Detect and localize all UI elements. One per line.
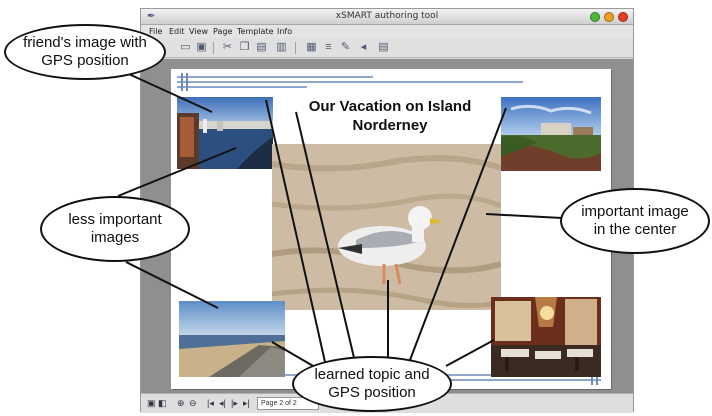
menu-bar: File Edit View Page Template Info [141,25,633,38]
edit-text-icon[interactable]: ✎ [339,41,352,54]
callout-text: friend's image with GPS position [23,34,147,69]
next-page-icon[interactable]: |▸ [231,398,238,409]
audio-icon[interactable]: ◂ [357,41,370,54]
toolbar: ▭ ▣ ✂ ❐ ▤ ▥ ▦ ≡ ✎ ◂ ▤ [141,38,633,58]
beach-photo[interactable] [179,301,285,377]
copy-icon[interactable]: ❐ [238,41,251,54]
decorative-line [177,76,373,78]
delete-icon[interactable]: ▥ [275,41,288,54]
window-title: xSMART authoring tool [335,11,439,21]
last-page-icon[interactable]: ▸| [243,398,250,409]
menu-page[interactable]: Page [213,27,232,36]
view-icon[interactable]: ◧ [158,398,167,409]
text-align-icon[interactable]: ≡ [322,41,335,54]
menu-edit[interactable]: Edit [169,27,185,36]
view-icon[interactable]: ▣ [147,398,156,409]
harbor-photo[interactable] [177,97,273,169]
layout-icon[interactable]: ▤ [377,41,390,54]
decorative-line [177,81,523,83]
new-document-icon[interactable]: ▭ [179,41,192,54]
maximize-button[interactable] [604,12,614,22]
zoom-out-icon[interactable]: ⊖ [189,398,197,409]
callout-important-center: important image in the center [560,188,710,254]
save-icon[interactable]: ▣ [195,41,208,54]
callout-learned-topic: learned topic and GPS position [292,356,452,412]
menu-view[interactable]: View [189,27,208,36]
insert-image-icon[interactable]: ▦ [305,41,318,54]
menu-template[interactable]: Template [237,27,274,36]
document-title[interactable]: Our Vacation on Island Norderney [271,97,509,135]
minimize-button[interactable] [590,12,600,22]
previous-page-icon[interactable]: ◂| [219,398,226,409]
callout-text: less important images [68,211,162,246]
zoom-in-icon[interactable]: ⊕ [177,398,185,409]
document-page[interactable]: Our Vacation on Island Norderney [171,69,611,389]
menu-file[interactable]: File [149,27,162,36]
app-window: ✒ xSMART authoring tool File Edit View P… [140,8,634,413]
cut-icon[interactable]: ✂ [221,41,234,54]
callout-less-important: less important images [40,196,190,262]
document-area[interactable]: Our Vacation on Island Norderney [141,59,633,393]
paste-icon[interactable]: ▤ [255,41,268,54]
callout-text: learned topic and GPS position [314,366,430,401]
close-button[interactable] [618,12,628,22]
buildings-photo[interactable] [501,97,601,171]
toolbar-separator [295,42,296,54]
first-page-icon[interactable]: |◂ [207,398,214,409]
decorative-line [177,86,307,88]
callout-text: important image in the center [581,203,689,238]
menu-info[interactable]: Info [277,27,292,36]
decorative-mark [181,73,183,91]
callout-friends-image: friend's image with GPS position [4,24,166,80]
decorative-mark [186,73,188,91]
toolbar-separator [213,42,214,54]
seagull-photo[interactable] [272,144,501,310]
restaurant-photo[interactable] [491,297,601,377]
title-bar[interactable]: ✒ xSMART authoring tool [141,9,633,25]
